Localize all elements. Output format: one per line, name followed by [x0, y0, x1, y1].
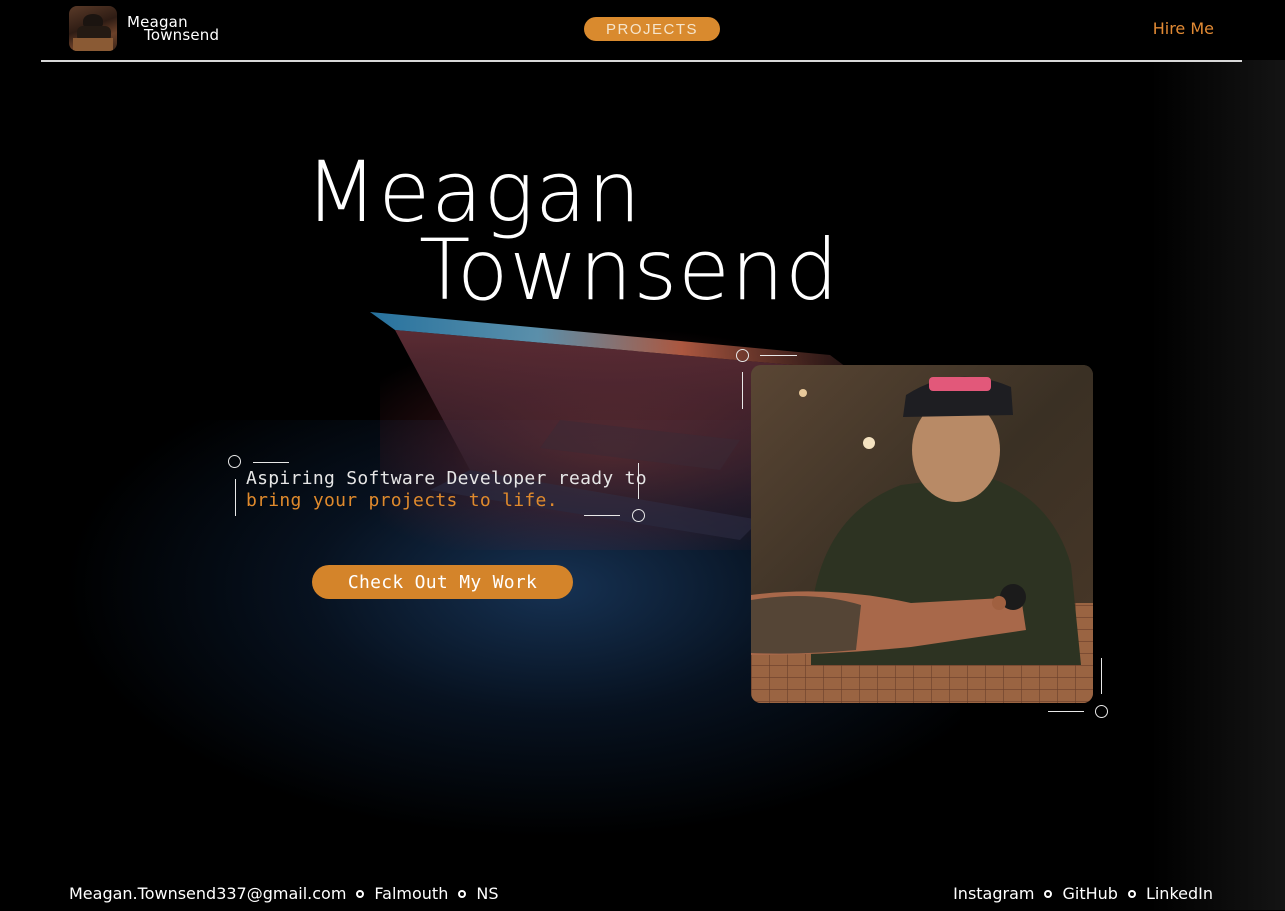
tagline-line1: Aspiring Software Developer ready to — [246, 468, 647, 489]
corner-dot — [228, 455, 241, 468]
separator-dot — [1044, 889, 1053, 898]
separator-dot — [458, 889, 467, 898]
tagline-frame: Aspiring Software Developer ready to bri… — [228, 455, 648, 525]
avatar — [69, 6, 117, 51]
corner-line — [1101, 658, 1102, 694]
corner-dot — [1095, 705, 1108, 718]
hire-me-link[interactable]: Hire Me — [1153, 19, 1214, 38]
instagram-link[interactable]: Instagram — [953, 884, 1034, 903]
corner-line — [253, 462, 289, 463]
tagline-line2: bring your projects to life. — [246, 490, 558, 511]
site-header: Meagan Townsend PROJECTS Hire Me — [41, 0, 1242, 62]
province-label: NS — [476, 884, 499, 903]
separator-dot — [356, 889, 365, 898]
profile-photo — [751, 365, 1093, 703]
brand-logo[interactable]: Meagan Townsend — [69, 6, 219, 51]
projects-button[interactable]: PROJECTS — [584, 17, 720, 41]
contact-info: Meagan.Townsend337@gmail.com Falmouth NS — [69, 884, 498, 903]
title-last-name: Townsend — [419, 221, 840, 319]
profile-photo-image — [751, 365, 1093, 703]
page-title: Meagan Townsend — [305, 150, 840, 319]
social-links: Instagram GitHub LinkedIn — [953, 884, 1213, 903]
corner-line — [235, 479, 236, 516]
corner-line — [760, 355, 797, 356]
corner-dot — [736, 349, 749, 362]
corner-line — [742, 372, 743, 409]
linkedin-link[interactable]: LinkedIn — [1146, 884, 1213, 903]
tagline: Aspiring Software Developer ready to bri… — [246, 468, 647, 512]
github-link[interactable]: GitHub — [1062, 884, 1117, 903]
email-link[interactable]: Meagan.Townsend337@gmail.com — [69, 884, 346, 903]
corner-line — [1048, 711, 1084, 712]
corner-line — [584, 515, 620, 516]
corner-line — [638, 463, 639, 499]
check-out-work-button[interactable]: Check Out My Work — [312, 565, 573, 599]
separator-dot — [1127, 889, 1136, 898]
corner-dot — [632, 509, 645, 522]
city-label: Falmouth — [374, 884, 449, 903]
brand-name: Meagan Townsend — [127, 14, 219, 42]
